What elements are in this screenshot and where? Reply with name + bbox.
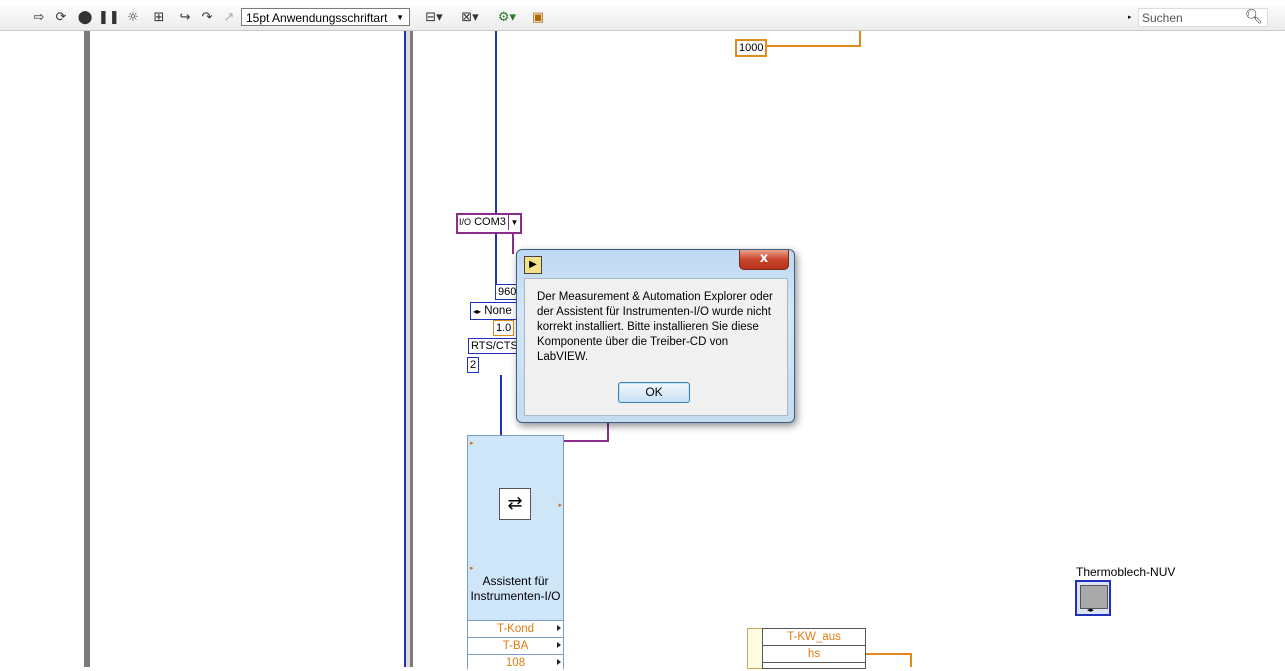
panel-splitter-left[interactable]: [84, 31, 90, 667]
output-label: T-Kond: [496, 623, 535, 635]
dialog-close-button[interactable]: x: [739, 250, 789, 270]
cluster-element-t-kw-aus[interactable]: T-KW_aus: [763, 629, 865, 646]
step-out-icon[interactable]: ↗: [220, 9, 238, 27]
wire-orange-cluster: [863, 653, 911, 655]
error-dialog: ▶ x Der Measurement & Automation Explore…: [516, 249, 795, 423]
run-arrow-icon[interactable]: ⇨: [30, 9, 48, 27]
dialog-body: Der Measurement & Automation Explorer od…: [524, 278, 788, 416]
dialog-message: Der Measurement & Automation Explorer od…: [537, 291, 773, 363]
ok-button-label: OK: [645, 385, 663, 399]
numeric-constant-1000[interactable]: 1000: [735, 39, 768, 57]
wire-blue-vertical: [495, 31, 497, 286]
instrument-io-icon: ⇄: [499, 488, 531, 520]
align-objects-icon[interactable]: ⊟▾: [422, 9, 446, 27]
abort-icon[interactable]: ⬤: [76, 9, 94, 27]
parity-value: None: [484, 305, 512, 317]
output-label: 108: [505, 657, 526, 669]
output-t-ba[interactable]: T-BA: [468, 637, 563, 654]
visa-icon: I/O: [459, 217, 472, 227]
instrument-io-assistant-express-vi[interactable]: ▸ ▸ ▸ ⇄ Assistent für Instrumenten-I/O T…: [467, 435, 564, 671]
input-terminal-icon-2: ▸: [470, 564, 474, 572]
flow-control-constant[interactable]: RTS/CTS: [468, 338, 521, 354]
distribute-objects-icon[interactable]: ⊠▾: [458, 9, 482, 27]
express-vi-label: Assistent für Instrumenten-I/O: [470, 574, 561, 603]
step-into-icon[interactable]: ↪: [176, 9, 194, 27]
output-terminal-icon: ▸: [558, 501, 562, 509]
close-icon: x: [759, 251, 769, 266]
cleanup-diagram-icon[interactable]: ▣: [529, 9, 547, 27]
wire-orange-h: [765, 45, 860, 47]
output-label: T-BA: [502, 640, 529, 652]
output-t-kond[interactable]: T-Kond: [468, 620, 563, 637]
input-terminal-icon: ▸: [470, 439, 474, 447]
chevron-down-icon: ▼: [396, 13, 404, 22]
dropdown-arrow-icon[interactable]: ▼: [508, 215, 520, 230]
output-108[interactable]: 108: [468, 654, 563, 671]
enum-arrows-icon: ◂▸: [473, 307, 482, 316]
pause-icon[interactable]: ❚❚: [98, 9, 120, 27]
enum-arrows-icon: ◂▸: [1087, 606, 1095, 614]
run-continuously-icon[interactable]: ⟳: [52, 9, 70, 27]
search-icon[interactable]: 🔍︎: [1245, 9, 1263, 25]
highlight-execution-bulb-icon[interactable]: ☼: [124, 9, 142, 27]
labview-app-icon: ▶: [524, 256, 542, 274]
output-arrow-icon: [557, 625, 561, 631]
reorder-icon[interactable]: ⚙▾: [495, 9, 519, 27]
output-arrow-icon: [557, 642, 561, 648]
visa-resource-value: COM3: [474, 216, 506, 228]
retain-wire-values-icon[interactable]: ⊞: [150, 9, 168, 27]
ok-button[interactable]: OK: [618, 382, 690, 403]
output-arrow-icon: [557, 659, 561, 665]
font-select-value: 15pt Anwendungsschriftart: [246, 11, 388, 25]
step-over-icon[interactable]: ↷: [198, 9, 216, 27]
cluster-element-hs[interactable]: hs: [763, 646, 865, 663]
indicator-label: Thermoblech-NUV: [1076, 565, 1176, 579]
stop-bits-constant[interactable]: 1.0: [493, 320, 515, 336]
panel-splitter-right[interactable]: [410, 31, 413, 667]
unbundle-by-name-node[interactable]: T-KW_aus hs: [762, 628, 866, 669]
search-expander-icon[interactable]: ▸: [1128, 13, 1132, 21]
toolbar: ⇨ ⟳ ⬤ ❚❚ ☼ ⊞ ↪ ↷ ↗ 15pt Anwendungsschrif…: [0, 6, 1285, 31]
wire-blue-stack: [500, 375, 502, 435]
font-select[interactable]: 15pt Anwendungsschriftart ▼: [241, 8, 410, 26]
wire-orange-cluster-v: [910, 653, 912, 667]
search-placeholder: Suchen: [1142, 11, 1183, 25]
thermoblech-nuv-indicator[interactable]: ◂▸: [1075, 580, 1111, 616]
wire-purple-h: [562, 440, 609, 442]
visa-resource-constant[interactable]: I/O COM3 ▼: [456, 213, 522, 234]
wire-orange-v: [859, 31, 861, 47]
numeric-constant-2[interactable]: 2: [467, 357, 480, 373]
parity-enum-constant[interactable]: ◂▸ None: [470, 302, 520, 320]
